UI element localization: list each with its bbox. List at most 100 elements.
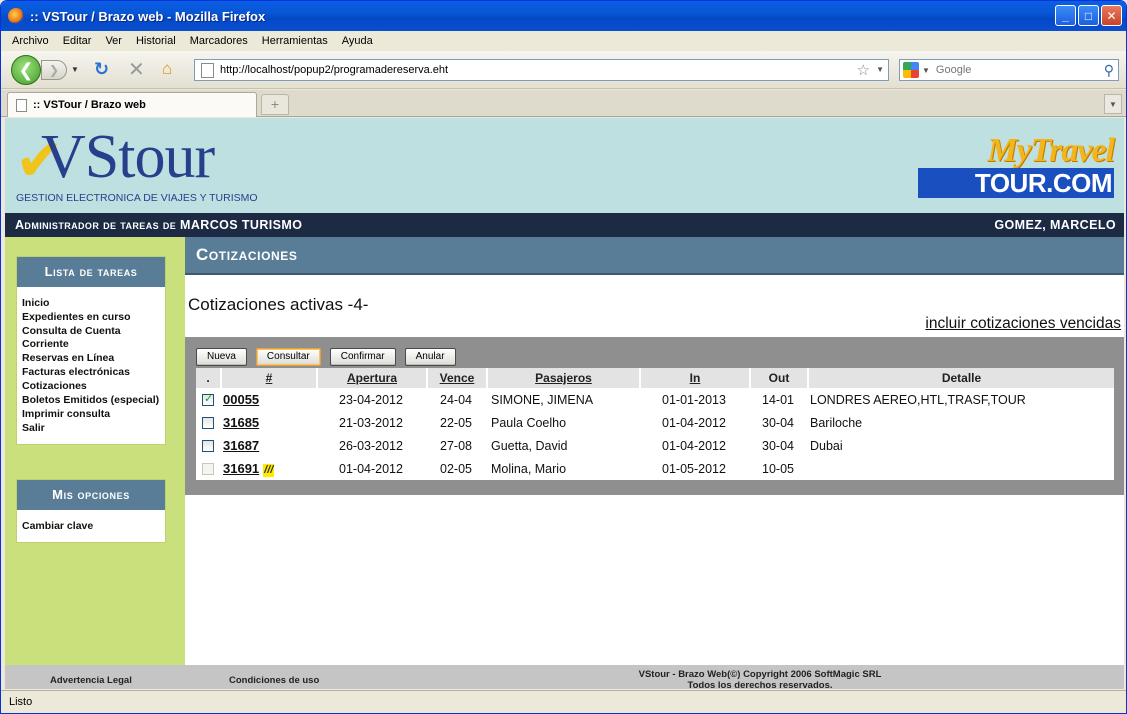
col-pasajeros[interactable]: Pasajeros [486, 368, 639, 388]
sidebar-item-cotizaciones[interactable]: Cotizaciones [22, 380, 161, 393]
page-content: ✔ VStour GESTION ELECTRONICA DE VIAJES Y… [5, 118, 1124, 689]
include-expired-link[interactable]: incluir cotizaciones vencidas [925, 315, 1121, 333]
menu-marcadores[interactable]: Marcadores [190, 35, 248, 47]
table-row[interactable]: 31687 26-03-2012 27-08 Guetta, David 01-04-2… [196, 434, 1114, 457]
tasks-title: Lista de tareas [17, 257, 165, 287]
options-list: Cambiar clave [17, 510, 165, 542]
quotes-table: . # Apertura Vence Pasajeros In Out Deta… [196, 368, 1114, 480]
menu-historial[interactable]: Historial [136, 35, 176, 47]
col-apertura-label: Apertura [346, 371, 397, 385]
tab-strip: :: VSTour / Brazo web + ▼ [1, 90, 1126, 117]
menu-archivo[interactable]: Archivo [12, 35, 49, 47]
mytravel-logo[interactable]: MyTravel TOUR.COM [918, 132, 1115, 198]
table-row[interactable]: 00055 23-04-2012 24-04 SIMONE, JIMENA 01-01-… [196, 388, 1114, 411]
search-bar: ▼ ⚲ [899, 59, 1119, 81]
tab-list-dropdown-icon[interactable]: ▼ [1104, 94, 1122, 114]
pasajeros-cell: Molina, Mario [491, 461, 567, 476]
quotes-panel: Nueva Consultar Confirmar Anular . # Ape… [185, 337, 1124, 495]
vstour-logo[interactable]: ✔ VStour GESTION ELECTRONICA DE VIAJES Y… [15, 126, 275, 206]
row-select-cell [196, 411, 220, 434]
apertura-cell: 01-04-2012 [339, 461, 403, 476]
main-panel: Cotizaciones Cotizaciones activas -4- in… [185, 237, 1124, 665]
title-bar[interactable]: :: VSTour / Brazo web - Mozilla Firefox … [1, 1, 1126, 31]
quote-number-link[interactable]: 00055 [223, 392, 259, 407]
table-header-row: . # Apertura Vence Pasajeros In Out Deta… [196, 368, 1114, 388]
col-vence-label: Vence [439, 371, 475, 385]
menu-ver[interactable]: Ver [105, 35, 122, 47]
bookmark-star-icon[interactable]: ☆ [857, 61, 870, 79]
site-header: ✔ VStour GESTION ELECTRONICA DE VIAJES Y… [5, 118, 1124, 213]
table-row[interactable]: 31685 21-03-2012 22-05 Paula Coelho 01-04-20… [196, 411, 1114, 434]
sidebar-item-inicio[interactable]: Inicio [22, 297, 161, 310]
menu-ayuda[interactable]: Ayuda [342, 35, 373, 47]
admin-bar: Administrador de tareas de MARCOS TURISM… [5, 213, 1124, 237]
number-cell: 31685 [220, 411, 316, 434]
new-tab-button[interactable]: + [261, 94, 289, 115]
nueva-button[interactable]: Nueva [196, 348, 247, 366]
tasks-list: Inicio Expedientes en curso Consulta de … [17, 287, 165, 444]
sidebar-item-imprimir[interactable]: Imprimir consulta [22, 408, 161, 421]
sidebar-item-salir[interactable]: Salir [22, 422, 161, 435]
history-dropdown-icon[interactable]: ▼ [71, 65, 79, 74]
row-select-cell [196, 388, 220, 411]
anular-button[interactable]: Anular [404, 348, 456, 366]
confirmar-button[interactable]: Confirmar [329, 348, 396, 366]
out-cell: 10-05 [762, 461, 794, 476]
quote-number-link[interactable]: 31687 [223, 438, 259, 453]
forward-button[interactable]: ❯ [41, 60, 67, 80]
terms-link[interactable]: Condiciones de uso [229, 675, 319, 686]
apertura-cell: 21-03-2012 [339, 415, 403, 430]
search-icon[interactable]: ⚲ [1104, 62, 1114, 79]
tab-vstour[interactable]: :: VSTour / Brazo web [7, 92, 257, 117]
status-bar: Listo [1, 690, 1126, 713]
forward-arrow-icon: ❯ [48, 63, 60, 77]
sidebar-item-cambiar-clave[interactable]: Cambiar clave [22, 520, 161, 533]
col-detalle: Detalle [807, 368, 1114, 388]
sidebar-item-facturas[interactable]: Facturas electrónicas [22, 366, 161, 379]
site-footer: Advertencia Legal Condiciones de uso VSt… [5, 665, 1124, 689]
url-bar: ☆ ▼ [194, 59, 889, 81]
detalle-cell: Bariloche [810, 415, 863, 430]
mytravel-logo-top: MyTravel [987, 132, 1115, 169]
reload-icon[interactable]: ↻ [94, 59, 109, 80]
row-checkbox[interactable] [202, 440, 214, 453]
back-button[interactable]: ❮ [11, 55, 41, 85]
search-input[interactable] [935, 64, 1096, 76]
url-input[interactable] [220, 64, 840, 76]
row-select-cell [196, 457, 220, 480]
in-cell: 01-04-2012 [662, 415, 726, 430]
search-engine-dropdown-icon[interactable]: ▼ [922, 66, 930, 75]
out-cell: 14-01 [762, 392, 794, 407]
sidebar-item-boletos[interactable]: Boletos Emitidos (especial) [22, 394, 161, 407]
sidebar-item-expedientes[interactable]: Expedientes en curso [22, 311, 161, 324]
tasks-box: Lista de tareas Inicio Expedientes en cu… [16, 256, 166, 445]
sidebar-item-cuenta-corriente[interactable]: Consulta de Cuenta Corriente [22, 325, 161, 350]
logo-text: VStour [41, 123, 215, 191]
maximize-button[interactable]: □ [1078, 5, 1099, 26]
table-row[interactable]: 31691 /// 01-04-2012 02-05 Molina, Mario 01-0… [196, 457, 1114, 480]
stop-icon[interactable]: ✕ [128, 57, 145, 82]
col-vence[interactable]: Vence [426, 368, 486, 388]
pasajeros-cell: Guetta, David [491, 438, 568, 453]
close-button[interactable]: ✕ [1101, 5, 1122, 26]
google-icon[interactable] [903, 62, 919, 78]
row-checkbox[interactable] [202, 417, 214, 430]
col-apertura[interactable]: Apertura [316, 368, 426, 388]
home-icon[interactable]: ⌂ [162, 59, 172, 79]
consultar-button[interactable]: Consultar [255, 348, 321, 366]
sidebar-item-reservas[interactable]: Reservas en Línea [22, 352, 161, 365]
mytravel-logo-bottom: TOUR.COM [918, 168, 1114, 198]
menu-editar[interactable]: Editar [63, 35, 92, 47]
col-number[interactable]: # [220, 368, 316, 388]
quote-number-link[interactable]: 31691 [223, 461, 259, 476]
url-dropdown-icon[interactable]: ▼ [876, 65, 884, 74]
user-name: GOMEZ, MARCELO [994, 218, 1116, 232]
legal-link[interactable]: Advertencia Legal [50, 675, 132, 686]
menu-herramientas[interactable]: Herramientas [262, 35, 328, 47]
minimize-button[interactable]: _ [1055, 5, 1076, 26]
active-quotes-title: Cotizaciones activas -4- [188, 295, 369, 314]
row-checkbox[interactable] [202, 392, 214, 407]
col-in[interactable]: In [639, 368, 749, 388]
options-title: Mis opciones [17, 480, 165, 510]
quote-number-link[interactable]: 31685 [223, 415, 259, 430]
